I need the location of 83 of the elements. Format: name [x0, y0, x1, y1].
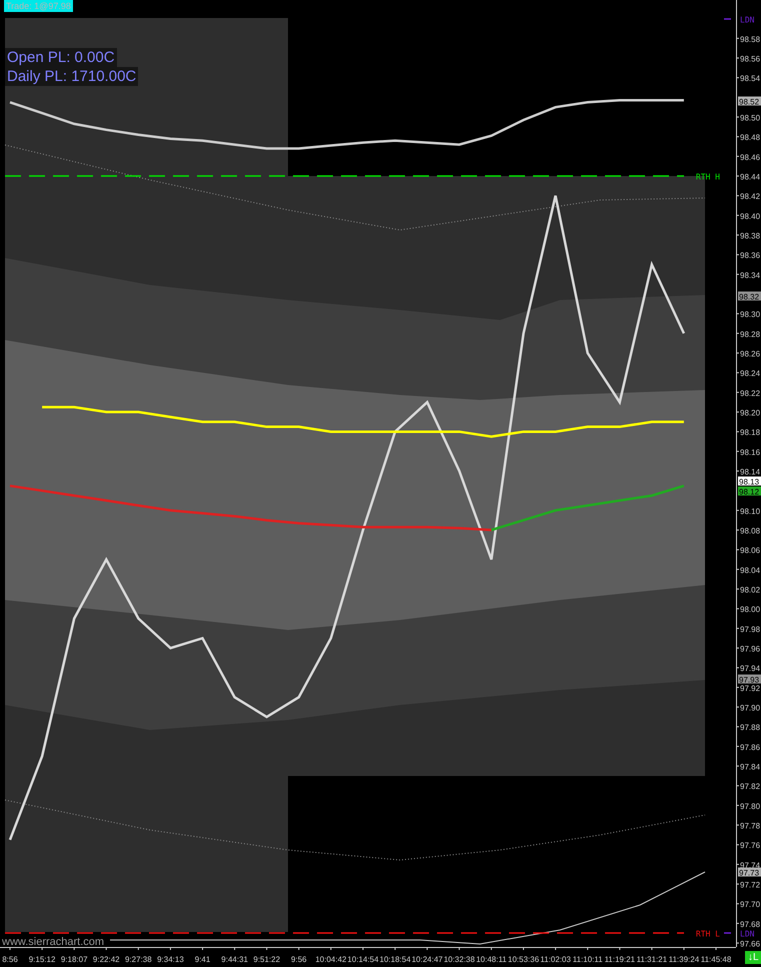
- price-tick-label: 98.18: [740, 428, 760, 438]
- time-tick-label: 9:34:13: [157, 955, 184, 964]
- time-tick-label: 9:44:31: [221, 955, 248, 964]
- time-tick-label: 11:39:24: [668, 955, 700, 964]
- time-tick-label: 10:53:36: [508, 955, 540, 964]
- price-tick-label: 98.46: [740, 152, 760, 162]
- price-tick-label: 98.50: [740, 114, 760, 123]
- price-tick-label: 98.00: [740, 605, 760, 614]
- level-label: RTH H: [696, 172, 720, 182]
- price-marker: 98.13: [738, 476, 761, 486]
- price-tick-label: 98.02: [740, 586, 760, 595]
- price-tick-label: 98.54: [740, 74, 760, 84]
- price-tick-label: 98.06: [740, 546, 760, 556]
- trade-label: Trade: 1@97.98: [4, 0, 73, 12]
- price-tick-label: 97.94: [740, 664, 760, 674]
- time-tick-label: 10:18:54: [380, 955, 411, 964]
- time-tick-label: 11:31:21: [636, 955, 668, 964]
- price-tick-label: 97.72: [740, 880, 760, 890]
- time-tick-label: 10:14:54: [347, 955, 379, 964]
- price-tick-label: 97.78: [740, 822, 760, 831]
- time-tick-label: 8:56: [2, 955, 18, 964]
- pl-text: Daily PL: 1710.00C: [5, 67, 138, 86]
- level-label: LDN: [740, 16, 754, 24]
- time-tick-label: 9:56: [291, 955, 307, 964]
- pl-text: Open PL: 0.00C: [5, 48, 117, 67]
- time-tick-label: 9:41: [194, 955, 210, 964]
- price-tick-label: 98.20: [740, 408, 760, 418]
- time-tick-label: 10:48:11: [476, 955, 507, 964]
- level-label: LDN: [740, 930, 754, 938]
- price-tick-label: 97.66: [740, 940, 760, 949]
- price-tick-label: 97.88: [740, 723, 760, 732]
- price-marker: 98.32: [738, 292, 761, 302]
- price-tick-label: 98.44: [740, 172, 760, 182]
- price-tick-label: 98.08: [740, 526, 760, 536]
- price-tick-label: 98.22: [740, 388, 760, 398]
- status-badge: ↓L: [745, 951, 761, 964]
- price-tick-label: 98.34: [740, 270, 760, 280]
- price-tick-label: 97.96: [740, 644, 760, 654]
- time-tick-label: 10:04:42: [315, 955, 346, 964]
- time-tick-label: 9:18:07: [60, 955, 88, 964]
- price-marker: 98.12: [738, 486, 761, 496]
- level-line: [724, 18, 731, 20]
- time-tick-label: 10:24:47: [412, 955, 443, 964]
- time-tick-label: 11:10:11: [572, 955, 603, 964]
- price-tick-label: 98.24: [740, 369, 760, 378]
- price-tick-label: 98.48: [740, 133, 760, 142]
- price-tick-label: 97.68: [740, 920, 760, 929]
- price-tick-label: 97.98: [740, 624, 760, 634]
- price-tick-label: 98.16: [740, 448, 760, 457]
- chart-watermark-text: www.sierrachart.com: [2, 936, 104, 948]
- price-tick-label: 97.92: [740, 684, 760, 693]
- price-tick-label: 98.10: [740, 506, 760, 516]
- price-tick-label: 97.70: [740, 900, 760, 910]
- time-tick-label: 9:51:22: [253, 955, 280, 964]
- price-tick-label: 98.56: [740, 54, 760, 64]
- time-tick-label: 11:19:21: [604, 955, 635, 964]
- price-marker: 97.73: [738, 868, 761, 878]
- price-marker: 98.52: [738, 96, 761, 106]
- level-line: [724, 932, 731, 934]
- price-tick-label: 98.38: [740, 232, 760, 241]
- price-tick-label: 98.30: [740, 310, 760, 320]
- price-tick-label: 98.04: [740, 566, 760, 575]
- time-tick-label: 9:15:12: [28, 955, 56, 964]
- price-tick-label: 97.80: [740, 802, 760, 811]
- price-tick-label: 97.86: [740, 742, 760, 752]
- time-tick-label: 9:27:38: [125, 955, 152, 964]
- time-tick-label: 11:45:48: [700, 955, 732, 964]
- price-tick-label: 98.58: [740, 34, 760, 44]
- price-tick-label: 98.42: [740, 192, 760, 202]
- time-tick-label: 9:22:42: [92, 955, 120, 964]
- time-tick-label: 11:02:03: [540, 955, 571, 964]
- time-tick-label: 10:32:38: [444, 955, 475, 964]
- price-tick-label: 98.26: [740, 350, 760, 359]
- level-label: RTH L: [696, 930, 720, 938]
- price-marker: 97.93: [738, 674, 761, 684]
- price-tick-label: 97.76: [740, 841, 760, 850]
- price-tick-label: 98.40: [740, 212, 760, 221]
- price-tick-label: 98.14: [740, 468, 760, 477]
- price-tick-label: 97.82: [740, 782, 760, 792]
- price-tick-label: 97.84: [740, 762, 760, 772]
- price-tick-label: 98.28: [740, 330, 760, 339]
- price-tick-label: 97.90: [740, 704, 760, 713]
- price-tick-label: 98.36: [740, 251, 760, 260]
